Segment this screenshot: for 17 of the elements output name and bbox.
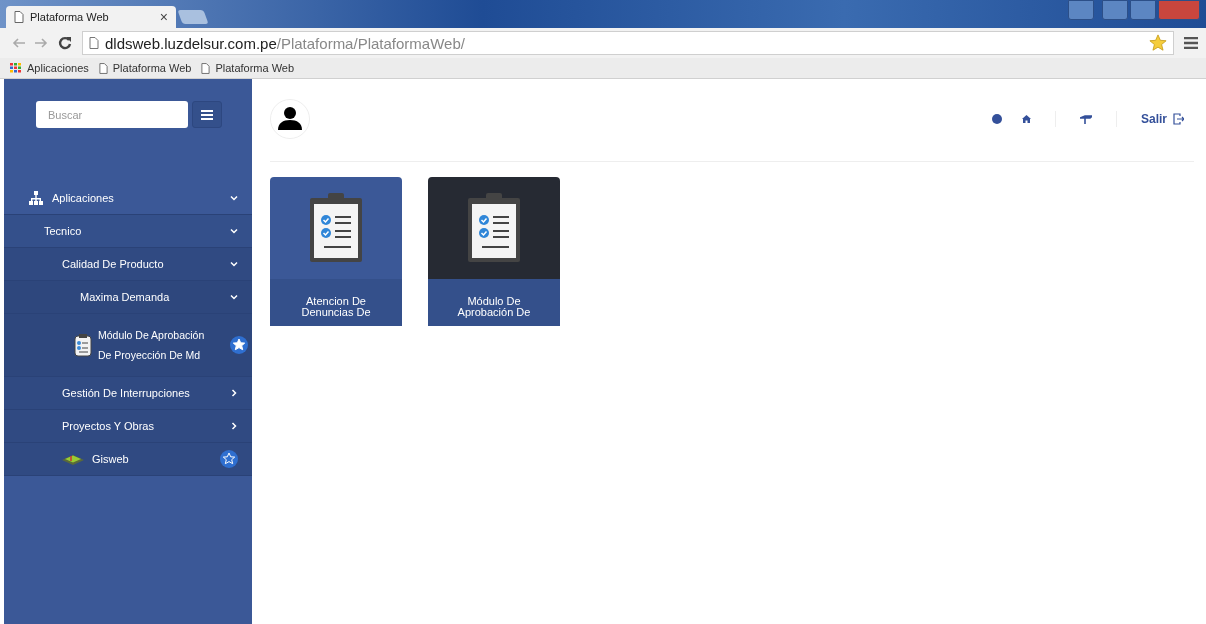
tile-title: Atencion De Denuncias De (301, 296, 371, 320)
menu-item[interactable]: Gisweb (92, 453, 129, 465)
menu-item[interactable]: Maxima Demanda (80, 291, 170, 303)
bookmark-link[interactable]: Aplicaciones (10, 62, 89, 74)
logout-link[interactable]: Salir (1141, 112, 1184, 126)
address-bar[interactable]: dldsweb.luzdelsur.com.pe/Plataforma/PlataformaWeb/ (82, 31, 1174, 55)
bookmark-link[interactable]: Plataforma Web (201, 62, 295, 74)
menu-item[interactable]: Calidad De Producto (62, 258, 164, 270)
menu-item[interactable]: Tecnico (44, 225, 82, 237)
bookmark-link[interactable]: Plataforma Web (98, 62, 192, 74)
browser-tab[interactable]: Plataforma Web × (6, 6, 176, 28)
menu-item[interactable]: Proyectos Y Obras (62, 420, 154, 432)
menu-item[interactable]: Aplicaciones (52, 192, 114, 204)
search-field[interactable]: Buscar (36, 101, 188, 128)
tile-title: Módulo De Aprobación De (457, 296, 531, 320)
menu-item[interactable]: Gestión De Interrupciones (62, 387, 190, 399)
close-tab-button[interactable]: × (159, 9, 168, 25)
